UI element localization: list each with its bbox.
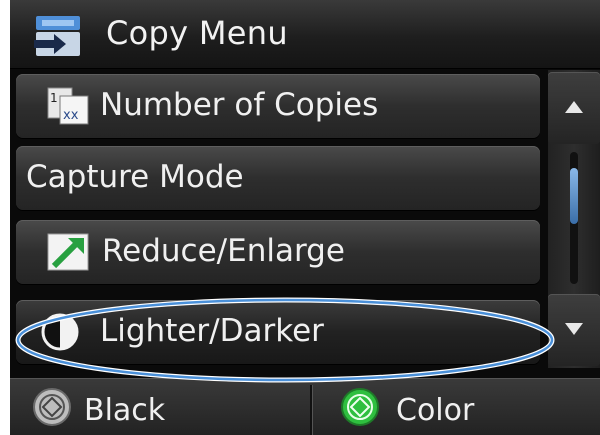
menu-item-label: Reduce/Enlarge <box>102 233 345 269</box>
menu-item-label: Number of Copies <box>100 87 379 123</box>
printer-display: Copy Menu 1 xx Number of Copies Capture … <box>10 0 600 435</box>
menu-item-capture-mode[interactable]: Capture Mode <box>16 146 540 210</box>
reduce-enlarge-icon <box>47 233 89 271</box>
start-black-icon <box>33 388 71 426</box>
menu-item-number-of-copies[interactable]: 1 xx Number of Copies <box>16 74 540 138</box>
scroll-down-button[interactable] <box>548 294 600 366</box>
page-title: Copy Menu <box>106 14 288 52</box>
menu-item-label: Capture Mode <box>26 159 244 195</box>
copies-count-icon: 1 xx <box>47 87 89 125</box>
contrast-icon <box>41 313 79 351</box>
menu-item-label: Lighter/Darker <box>100 313 324 349</box>
color-button-label: Color <box>396 393 475 428</box>
title-bar: Copy Menu <box>10 0 600 69</box>
color-start-button[interactable]: Color <box>312 379 600 435</box>
start-color-icon <box>341 388 379 426</box>
menu-item-lighter-darker[interactable]: Lighter/Darker <box>16 300 540 364</box>
svg-text:1: 1 <box>50 91 58 105</box>
arrow-down-icon <box>565 323 583 335</box>
svg-text:xx: xx <box>63 108 79 123</box>
arrow-up-icon <box>565 101 583 113</box>
bottom-bar: Black Color <box>10 378 600 435</box>
scroll-track[interactable] <box>570 152 578 284</box>
black-start-button[interactable]: Black <box>10 379 310 435</box>
scrollbar[interactable] <box>548 70 600 368</box>
menu-item-reduce-enlarge[interactable]: Reduce/Enlarge <box>16 220 540 284</box>
scroll-thumb[interactable] <box>570 168 578 224</box>
black-button-label: Black <box>84 393 166 428</box>
scroll-up-button[interactable] <box>548 72 600 144</box>
copy-icon <box>34 16 80 56</box>
